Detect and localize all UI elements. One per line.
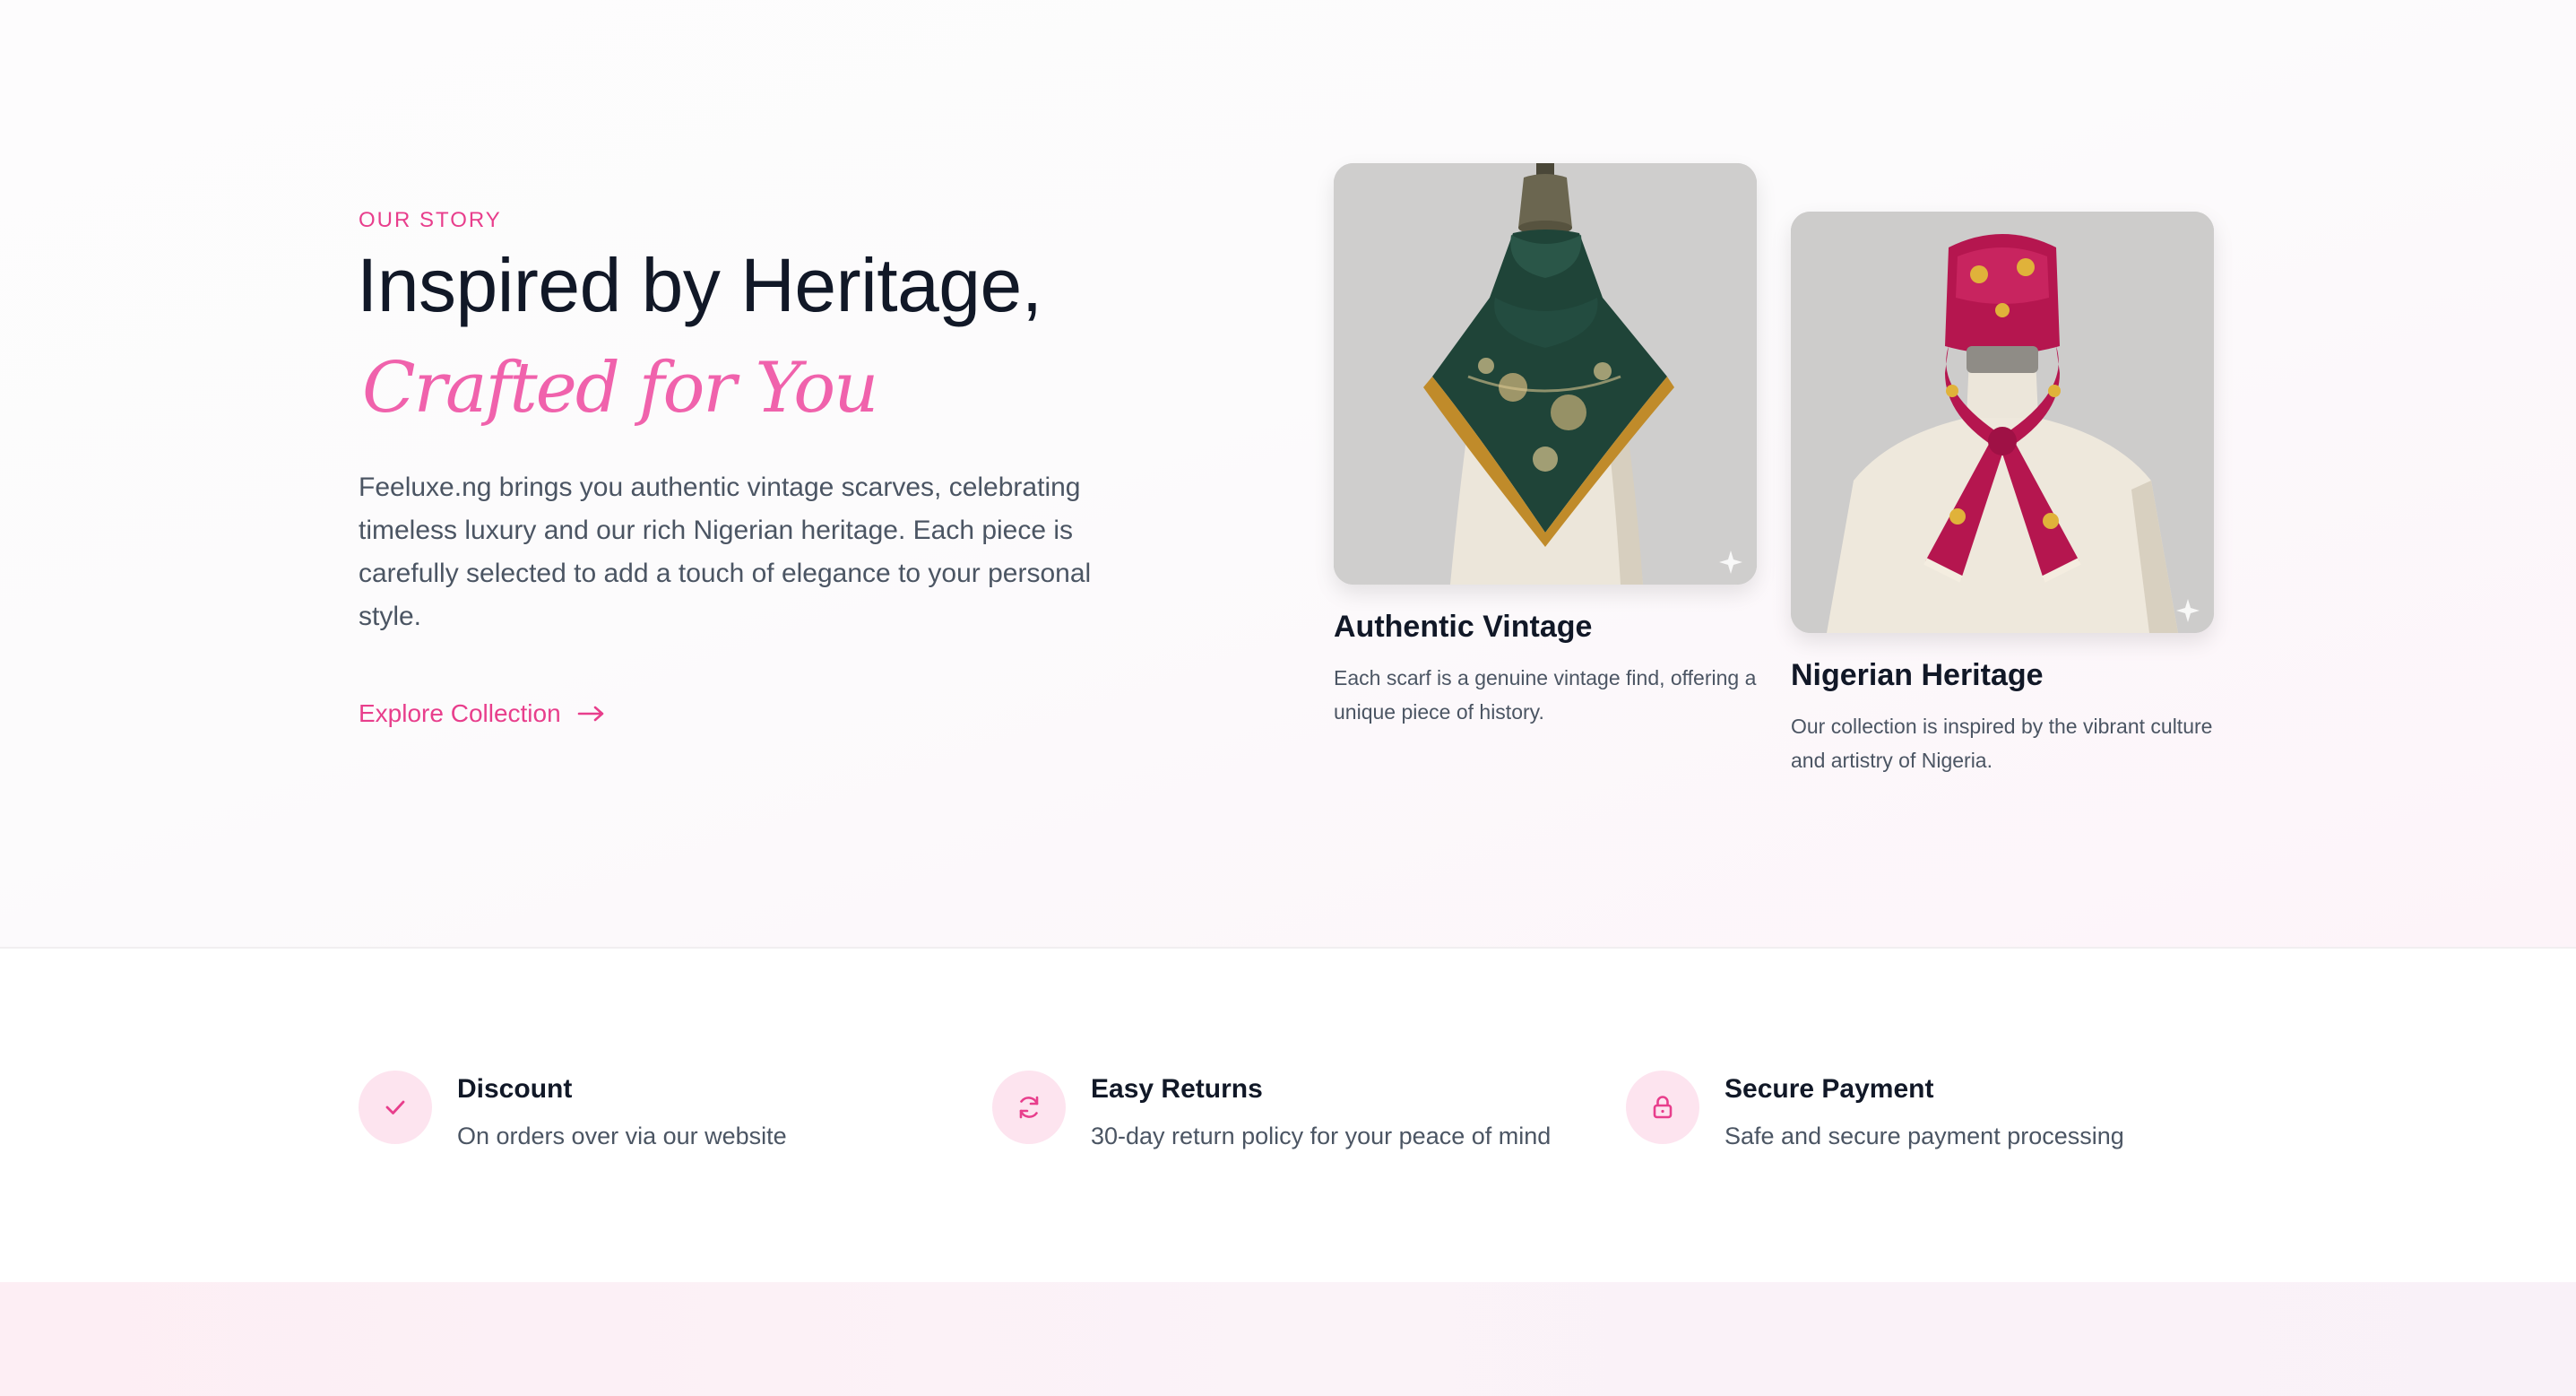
card-text: Each scarf is a genuine vintage find, of…	[1334, 666, 1757, 724]
feature-title: Discount	[457, 1074, 573, 1104]
feature-secure-payment: Secure Payment Safe and secure payment p…	[1626, 1071, 2124, 1150]
feature-title: Easy Returns	[1091, 1074, 1263, 1104]
story-headline: Inspired by Heritage,	[357, 243, 1042, 327]
feature-description: Safe and secure payment processing	[1725, 1123, 2124, 1149]
story-headline-accent: Crafted for You	[362, 348, 878, 429]
card-text: Our collection is inspired by the vibran…	[1791, 715, 2213, 772]
feature-description: On orders over via our website	[457, 1123, 787, 1149]
arrow-right-icon	[577, 706, 603, 722]
magenta-scarf-mannequin-icon	[1791, 212, 2214, 633]
card-title: Authentic Vintage	[1334, 610, 1593, 644]
feature-badge	[1626, 1071, 1699, 1144]
our-story-section: OUR STORY Inspired by Heritage, Crafted …	[0, 0, 2576, 949]
card-authentic-vintage: Authentic Vintage Each scarf is a genuin…	[1334, 163, 1757, 729]
section-eyebrow: OUR STORY	[359, 208, 502, 232]
feature-badge	[359, 1071, 432, 1144]
lock-icon	[1653, 1096, 1673, 1119]
feature-badge	[992, 1071, 1066, 1144]
refresh-icon	[1019, 1096, 1039, 1119]
card-nigerian-heritage: Nigerian Heritage Our collection is insp…	[1791, 212, 2214, 777]
feature-easy-returns: Easy Returns 30-day return policy for yo…	[992, 1071, 1551, 1150]
feature-title: Secure Payment	[1725, 1074, 1934, 1104]
explore-collection-link[interactable]: Explore Collection	[359, 699, 606, 728]
check-icon	[385, 1100, 405, 1114]
feature-description: 30-day return policy for your peace of m…	[1091, 1123, 1552, 1149]
card-title: Nigerian Heritage	[1791, 658, 2044, 692]
green-scarf-mannequin-icon	[1334, 163, 1757, 585]
nigerian-heritage-image	[1791, 212, 2214, 633]
sparkle-icon	[1719, 551, 1742, 574]
feature-discount: Discount On orders over via our website	[359, 1071, 787, 1150]
explore-collection-label: Explore Collection	[359, 699, 561, 727]
authentic-vintage-image	[1334, 163, 1757, 585]
next-section-band	[0, 1282, 2576, 1396]
story-description: Feeluxe.ng brings you authentic vintage …	[359, 473, 1092, 631]
features-section: Discount On orders over via our website …	[0, 950, 2576, 1282]
sparkle-icon	[2176, 599, 2200, 622]
